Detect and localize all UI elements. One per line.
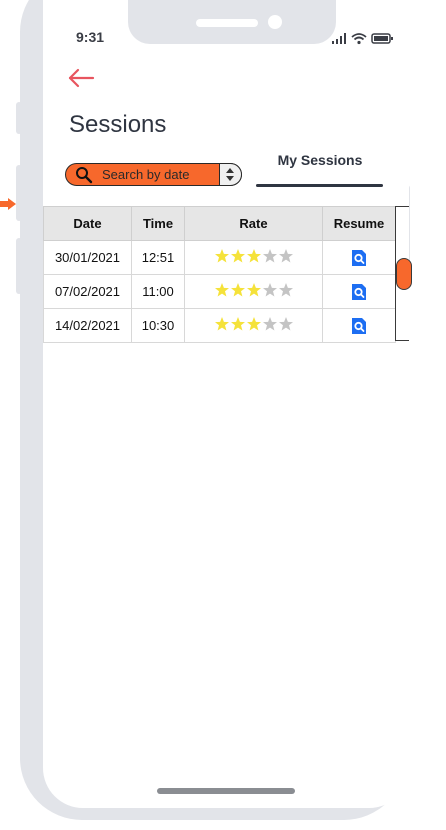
cell-date: 30/01/2021 [43,240,132,275]
phone-camera [268,15,282,29]
star-empty-icon [262,317,277,331]
cell-rating [184,274,323,309]
star-empty-icon [278,283,293,297]
rating-stars [214,316,294,332]
stepper-up-icon[interactable] [226,168,234,173]
cell-time: 12:51 [131,240,185,275]
phone-notch [128,0,336,44]
document-search-icon[interactable] [351,317,367,335]
document-search-icon[interactable] [351,249,367,267]
tab-my-sessions[interactable]: My Sessions [256,150,384,188]
cell-date: 07/02/2021 [43,274,132,309]
search-stepper[interactable] [219,163,242,186]
status-time: 9:31 [76,29,105,45]
cell-resume [322,240,396,275]
cell-rating [184,240,323,275]
star-empty-icon [278,249,293,263]
column-header-rate: Rate [184,206,323,241]
phone-side-button-2 [16,165,22,221]
status-icons [332,33,393,45]
battery-icon [371,33,393,44]
star-filled-icon [214,317,229,331]
rating-stars [214,248,294,264]
star-filled-icon [230,283,245,297]
cell-resume [322,308,396,343]
column-header-time: Time [131,206,185,241]
table-row[interactable]: 14/02/2021 10:30 [43,308,396,343]
rating-stars [214,282,294,298]
signal-icon [332,33,346,44]
sessions-table: Date Time Rate Resume 30/01/2021 12:51 0… [43,206,396,343]
table-row[interactable]: 07/02/2021 11:00 [43,274,396,309]
star-filled-icon [214,249,229,263]
star-filled-icon [230,249,245,263]
star-filled-icon [246,283,261,297]
wifi-icon [351,33,367,45]
star-filled-icon [246,249,261,263]
search-box[interactable] [65,163,242,186]
star-empty-icon [262,283,277,297]
star-filled-icon [214,283,229,297]
star-filled-icon [246,317,261,331]
cell-rating [184,308,323,343]
cell-time: 11:00 [131,274,185,309]
cell-date: 14/02/2021 [43,308,132,343]
stepper-down-icon[interactable] [226,176,234,181]
phone-side-button-1 [16,102,22,134]
page-title: Sessions [69,111,167,138]
column-header-resume: Resume [322,206,396,241]
tab-my-sessions-label: My Sessions [277,152,363,168]
table-row[interactable]: 30/01/2021 12:51 [43,240,396,275]
phone-speaker [196,19,258,27]
tab-active-underline [256,184,383,187]
star-filled-icon [230,317,245,331]
side-pointer-icon [0,198,16,210]
home-indicator [157,788,295,794]
document-search-icon[interactable] [351,283,367,301]
back-arrow-icon[interactable] [66,66,96,90]
star-empty-icon [278,317,293,331]
table-header-row: Date Time Rate Resume [43,206,396,241]
phone-side-button-3 [16,238,22,294]
star-empty-icon [262,249,277,263]
column-header-date: Date [43,206,132,241]
cell-resume [322,274,396,309]
side-drawer-handle[interactable] [396,258,412,290]
search-icon [76,167,93,184]
stage: 9:31 Sessions Search by date My Sessions… [0,0,446,830]
cell-time: 10:30 [131,308,185,343]
